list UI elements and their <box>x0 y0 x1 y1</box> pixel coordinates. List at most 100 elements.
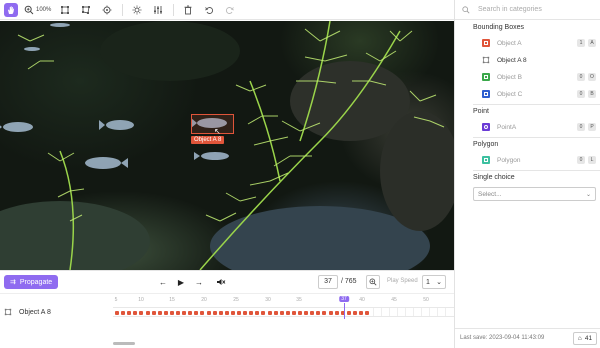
keyframe-marker[interactable] <box>169 311 174 315</box>
propagate-icon: ⇉ <box>10 279 16 286</box>
mute-button[interactable] <box>215 276 227 288</box>
keyframe-marker[interactable] <box>139 311 144 315</box>
arrow-right-icon: → <box>195 277 203 287</box>
keyframe-marker[interactable] <box>261 311 266 315</box>
category-object-a[interactable]: Object A 1 A <box>482 36 600 50</box>
keyframe-marker[interactable] <box>291 311 296 315</box>
keyframe-marker[interactable] <box>346 311 351 315</box>
total-frames: / 765 <box>341 278 357 285</box>
keyframe-marker[interactable] <box>145 311 150 315</box>
keyframe-marker[interactable] <box>304 311 309 315</box>
keyframe-marker[interactable] <box>163 311 168 315</box>
keyframe-marker[interactable] <box>273 311 278 315</box>
timeline-scrollbar[interactable] <box>0 341 454 346</box>
keyframe-marker[interactable] <box>182 311 187 315</box>
zoom-control[interactable]: 100% <box>24 5 51 15</box>
timeline-ruler[interactable]: 5 10 15 20 25 30 35 37 40 45 50 <box>113 295 454 305</box>
tag-count-button[interactable]: ⌂ 41 <box>573 332 597 345</box>
point-tool-button[interactable] <box>100 3 114 17</box>
category-object-b[interactable]: Object B 0 O <box>482 70 600 84</box>
ruler-label: 5 <box>114 297 118 303</box>
annotation-bounding-box[interactable] <box>191 114 234 134</box>
keyframe-marker[interactable] <box>279 311 284 315</box>
timeline-zoom-button[interactable] <box>366 275 380 289</box>
keyframe-marker[interactable] <box>133 311 138 315</box>
hotkey-badge: L <box>588 156 596 164</box>
keyframe-marker[interactable] <box>310 311 315 315</box>
category-label: Object B <box>497 73 522 81</box>
keyframe-marker[interactable] <box>334 311 339 315</box>
keyframe-marker[interactable] <box>243 311 248 315</box>
current-frame-input[interactable]: 37 <box>318 275 338 289</box>
hotkey-badge: 0 <box>577 90 585 98</box>
category-object-c[interactable]: Object C 0 B <box>482 87 600 101</box>
keyframe-marker[interactable] <box>206 311 211 315</box>
arrow-left-icon: ← <box>159 277 167 287</box>
keyframe-marker[interactable] <box>365 311 370 315</box>
bounding-box-tool-button[interactable] <box>58 3 72 17</box>
keyframe-marker[interactable] <box>267 311 272 315</box>
next-frame-button[interactable]: → <box>193 276 205 288</box>
toolbar-divider <box>173 3 175 16</box>
keyframe-marker[interactable] <box>237 311 241 315</box>
keyframe-marker[interactable] <box>188 311 193 315</box>
keyframe-marker[interactable] <box>200 311 205 315</box>
keyframe-marker[interactable] <box>316 311 321 315</box>
keyframe-marker[interactable] <box>298 311 302 315</box>
keyframe-marker[interactable] <box>285 311 290 315</box>
category-object-a8[interactable]: Object A 8 <box>482 53 600 67</box>
ruler-label: 45 <box>391 297 397 303</box>
object-track[interactable] <box>113 307 454 317</box>
ruler-label: 20 <box>201 297 207 303</box>
polygon-swatch-icon <box>482 156 490 164</box>
undo-button[interactable] <box>202 3 216 17</box>
ruler-label: 15 <box>169 297 175 303</box>
category-search[interactable]: Search in categories <box>455 0 600 20</box>
track-gridline <box>381 308 382 316</box>
keyframe-marker[interactable] <box>359 311 363 315</box>
play-button[interactable]: ▶ <box>175 276 187 288</box>
keyframe-marker[interactable] <box>224 311 229 315</box>
keyframe-marker[interactable] <box>322 311 327 315</box>
scrollbar-thumb[interactable] <box>113 342 135 345</box>
video-canvas[interactable]: Object A 8 ↖ <box>0 21 454 270</box>
keyframe-marker[interactable] <box>249 311 254 315</box>
keyframe-marker[interactable] <box>121 311 126 315</box>
playhead[interactable] <box>344 303 345 319</box>
category-label: Object C <box>497 90 523 98</box>
bounding-box-icon <box>61 5 70 14</box>
keyframe-marker[interactable] <box>255 311 260 315</box>
keyframe-marker[interactable] <box>352 311 357 315</box>
delete-button[interactable] <box>181 3 195 17</box>
hotkey-badge: 0 <box>577 123 585 131</box>
zoom-icon <box>24 5 34 14</box>
propagate-button[interactable]: ⇉ Propagate <box>4 275 59 289</box>
single-choice-select[interactable]: Select... ⌄ <box>473 187 596 201</box>
adjust-button[interactable] <box>151 3 165 17</box>
polygon-tool-button[interactable] <box>79 3 93 17</box>
polygon-icon <box>82 5 91 14</box>
category-pointa[interactable]: PointA 0 P <box>482 120 600 134</box>
category-polygon[interactable]: Polygon 0 L <box>482 153 600 167</box>
current-frame-marker[interactable]: 37 <box>339 296 349 302</box>
keyframe-marker[interactable] <box>115 311 119 315</box>
keyframe-marker[interactable] <box>194 311 199 315</box>
brightness-button[interactable] <box>130 3 144 17</box>
categories-panel: Search in categories Bounding Boxes Obje… <box>454 0 600 348</box>
track-gridline <box>421 308 422 316</box>
keyframe-marker[interactable] <box>157 311 162 315</box>
keyframe-marker[interactable] <box>127 311 132 315</box>
keyframe-marker[interactable] <box>176 311 180 315</box>
keyframe-marker[interactable] <box>212 311 217 315</box>
redo-button[interactable] <box>223 3 237 17</box>
hand-tool-button[interactable] <box>4 2 18 17</box>
play-speed-select[interactable]: 1 ⌄ <box>422 275 446 289</box>
keyframe-marker[interactable] <box>230 311 235 315</box>
keyframe-marker[interactable] <box>328 311 333 315</box>
keyframe-marker[interactable] <box>151 311 156 315</box>
timeline[interactable]: Object A 8 5 10 15 20 25 30 35 37 40 45 … <box>0 293 454 348</box>
keyframe-marker[interactable] <box>218 311 223 315</box>
previous-frame-button[interactable]: ← <box>157 276 169 288</box>
playback-bar: ⇉ Propagate ← ▶ → 37 / 765 Play Speed 1 … <box>0 270 454 293</box>
track-gridline <box>445 308 446 316</box>
